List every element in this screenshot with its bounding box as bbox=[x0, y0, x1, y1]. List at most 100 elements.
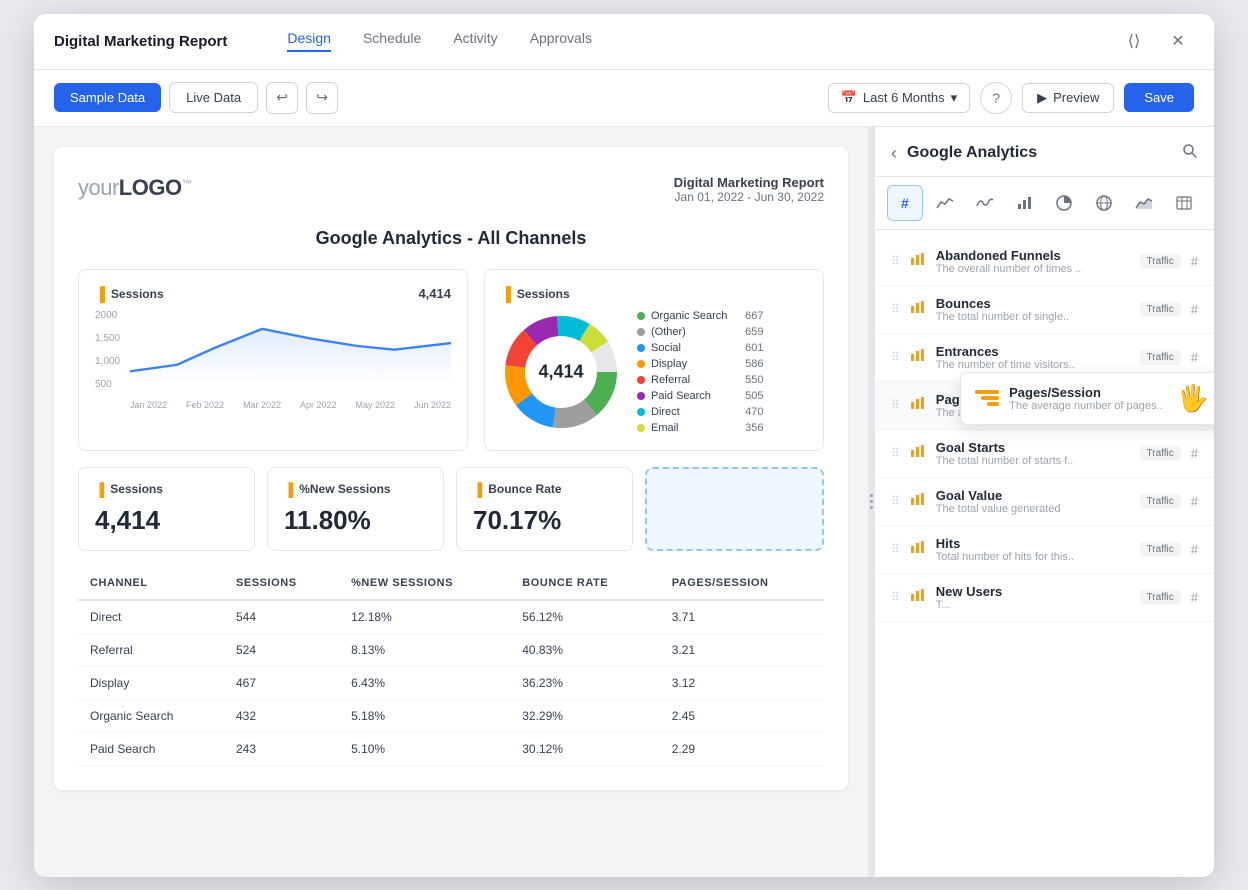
legend-label: Display bbox=[651, 358, 687, 370]
bar-chart-icon: ▐ bbox=[95, 286, 105, 302]
metric-info: Entrances The number of time visitors.. bbox=[936, 344, 1130, 371]
legend-dot bbox=[637, 360, 645, 368]
x-axis: Jan 2022 Feb 2022 Mar 2022 Apr 2022 May … bbox=[130, 400, 451, 410]
cursor-hand-icon: 🖐 bbox=[1177, 383, 1209, 414]
col-bounce-rate: BOUNCE RATE bbox=[510, 567, 659, 600]
sidebar-back-button[interactable]: ‹ bbox=[891, 143, 897, 164]
tab-approvals[interactable]: Approvals bbox=[530, 30, 592, 52]
cell-sessions: 243 bbox=[224, 732, 339, 765]
metric-badge: Traffic bbox=[1140, 302, 1181, 317]
share-button[interactable]: ⟨⟩ bbox=[1118, 25, 1150, 57]
legend-dot bbox=[637, 312, 645, 320]
redo-button[interactable]: ↪ bbox=[306, 82, 338, 114]
close-button[interactable]: ✕ bbox=[1162, 25, 1194, 57]
kpi-value: 4,414 bbox=[95, 505, 238, 536]
preview-button[interactable]: ▶ Preview bbox=[1022, 83, 1114, 113]
icon-tab-wave[interactable] bbox=[967, 185, 1003, 221]
icon-tab-bar[interactable] bbox=[1007, 185, 1043, 221]
undo-button[interactable]: ↩ bbox=[266, 82, 298, 114]
resize-dot bbox=[870, 494, 873, 497]
legend-item: Display 586 bbox=[637, 358, 763, 370]
table-header-row: CHANNEL SESSIONS %NEW SESSIONS BOUNCE RA… bbox=[78, 567, 824, 600]
legend-item: Email 356 bbox=[637, 422, 763, 434]
line-chart-value: 4,414 bbox=[418, 286, 451, 301]
legend-label: Paid Search bbox=[651, 390, 711, 402]
col-new-sessions: %NEW SESSIONS bbox=[339, 567, 510, 600]
report-card: yourLOGO™ Digital Marketing Report Jan 0… bbox=[54, 147, 848, 790]
kpi-label: Bounce Rate bbox=[488, 482, 561, 496]
metric-hash-icon: # bbox=[1191, 302, 1198, 317]
donut-box: 4,414 Organic Search 667 (O bbox=[501, 310, 807, 434]
metric-desc: The overall number of times .. bbox=[936, 263, 1130, 275]
tab-schedule[interactable]: Schedule bbox=[363, 30, 421, 52]
metric-name: Goal Starts bbox=[936, 440, 1130, 455]
date-range-label: Last 6 Months bbox=[863, 90, 945, 105]
logo-prefix: yourLOGO™ bbox=[78, 175, 191, 201]
drag-handle-icon: ⠿ bbox=[891, 350, 900, 364]
metric-hash-icon: # bbox=[1191, 254, 1198, 269]
icon-type-tabs: # bbox=[875, 177, 1214, 230]
metric-item-hits[interactable]: ⠿ Hits Total number of hits for this.. T… bbox=[875, 526, 1214, 574]
window-controls: ⟨⟩ ✕ bbox=[1118, 25, 1194, 57]
cell-new-sessions: 5.18% bbox=[339, 699, 510, 732]
channel-table: CHANNEL SESSIONS %NEW SESSIONS BOUNCE RA… bbox=[78, 567, 824, 766]
tab-activity[interactable]: Activity bbox=[453, 30, 497, 52]
donut-chart-label: Sessions bbox=[517, 287, 570, 301]
icon-tab-table[interactable] bbox=[1166, 185, 1202, 221]
date-range-button[interactable]: 📅 Last 6 Months ▾ bbox=[828, 83, 970, 113]
kpi-value: 70.17% bbox=[473, 505, 616, 536]
metric-hash-icon: # bbox=[1191, 590, 1198, 605]
legend-dot bbox=[637, 392, 645, 400]
icon-tab-pie[interactable] bbox=[1047, 185, 1083, 221]
sidebar-header: ‹ Google Analytics bbox=[875, 127, 1214, 177]
metric-hash-icon: # bbox=[1191, 494, 1198, 509]
icon-tab-globe[interactable] bbox=[1086, 185, 1122, 221]
cell-channel: Direct bbox=[78, 600, 224, 634]
drag-handle-icon: ⠿ bbox=[891, 494, 900, 508]
kpi-icon: ▐ bbox=[95, 482, 104, 497]
metric-item-goal-starts[interactable]: ⠿ Goal Starts The total number of starts… bbox=[875, 430, 1214, 478]
drag-handle-icon: ⠿ bbox=[891, 398, 900, 412]
legend-dot bbox=[637, 408, 645, 416]
window-title: Digital Marketing Report bbox=[54, 33, 227, 50]
legend-item: Direct 470 bbox=[637, 406, 763, 418]
live-data-button[interactable]: Live Data bbox=[169, 82, 258, 113]
donut-center-value: 4,414 bbox=[538, 361, 583, 382]
metric-item-new-users[interactable]: ⠿ New Users T... Traffic # bbox=[875, 574, 1214, 622]
cell-channel: Paid Search bbox=[78, 732, 224, 765]
content-area: yourLOGO™ Digital Marketing Report Jan 0… bbox=[34, 127, 1214, 877]
kpi-row: ▐ Sessions 4,414 ▐ %New Sessions 11.80% bbox=[78, 467, 824, 551]
legend-item: (Other) 659 bbox=[637, 326, 763, 338]
legend-item: Paid Search 505 bbox=[637, 390, 763, 402]
icon-tab-area[interactable] bbox=[1126, 185, 1162, 221]
cell-bounce-rate: 40.83% bbox=[510, 633, 659, 666]
bar-chart-icon bbox=[910, 540, 926, 559]
kpi-value: 11.80% bbox=[284, 505, 427, 536]
metric-badge: Traffic bbox=[1140, 254, 1181, 269]
legend-value: 550 bbox=[733, 374, 763, 386]
resize-dot bbox=[870, 500, 873, 503]
sidebar-search-button[interactable] bbox=[1182, 143, 1198, 164]
metric-item-goal-value[interactable]: ⠿ Goal Value The total value generated T… bbox=[875, 478, 1214, 526]
kpi-icon: ▐ bbox=[284, 482, 293, 497]
icon-tab-line[interactable] bbox=[927, 185, 963, 221]
metric-item-bounces[interactable]: ⠿ Bounces The total number of single.. T… bbox=[875, 286, 1214, 334]
report-date: Jan 01, 2022 - Jun 30, 2022 bbox=[674, 190, 824, 204]
sample-data-button[interactable]: Sample Data bbox=[54, 83, 161, 112]
icon-tab-hash[interactable]: # bbox=[887, 185, 923, 221]
cell-pages: 2.45 bbox=[660, 699, 824, 732]
drag-handle-icon: ⠿ bbox=[891, 542, 900, 556]
legend-item: Organic Search 667 bbox=[637, 310, 763, 322]
legend-value: 586 bbox=[733, 358, 763, 370]
drag-handle-icon: ⠿ bbox=[891, 254, 900, 268]
tab-design[interactable]: Design bbox=[287, 30, 331, 52]
cell-pages: 3.12 bbox=[660, 666, 824, 699]
save-button[interactable]: Save bbox=[1124, 83, 1194, 112]
legend-value: 356 bbox=[733, 422, 763, 434]
pages-session-tooltip: Pages/Session The average number of page… bbox=[960, 372, 1214, 425]
legend-label: Referral bbox=[651, 374, 690, 386]
report-title: Digital Marketing Report bbox=[674, 175, 824, 190]
metric-item-abandoned-funnels[interactable]: ⠿ Abandoned Funnels The overall number o… bbox=[875, 238, 1214, 286]
bar-chart-icon bbox=[910, 492, 926, 511]
help-button[interactable]: ? bbox=[980, 82, 1012, 114]
